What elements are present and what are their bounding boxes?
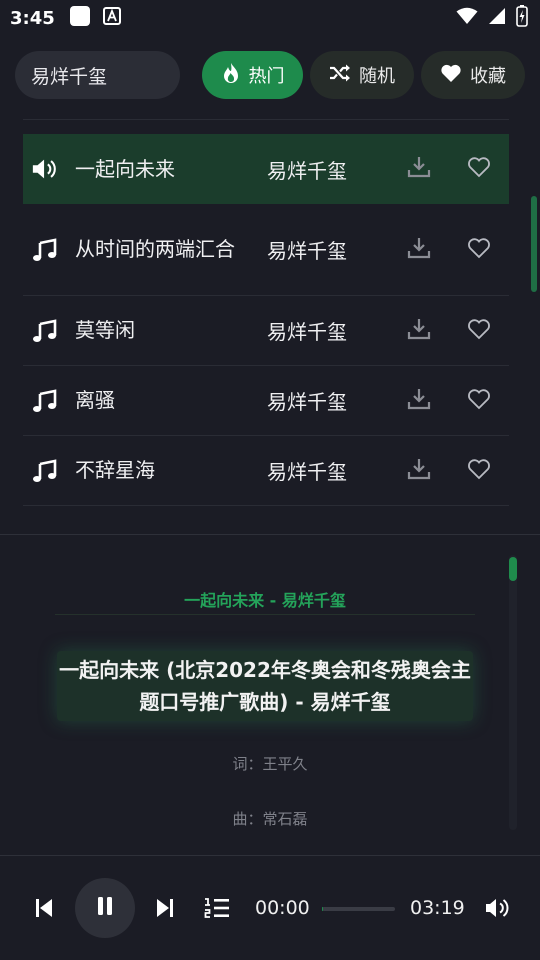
music-note-icon <box>31 458 59 483</box>
tab-random[interactable]: 随机 <box>310 51 414 99</box>
duration-time: 03:19 <box>410 897 465 919</box>
music-note-icon <box>31 318 59 343</box>
top-bar: 易烊千玺 热门 随机 收藏 <box>0 40 540 110</box>
lyrics-header: 一起向未来 - 易烊千玺 <box>55 587 475 615</box>
lyrics-scroll-track <box>509 555 517 830</box>
signal-icon <box>488 7 506 29</box>
lyrics-scrollbar[interactable] <box>509 557 517 581</box>
fire-icon <box>221 62 241 89</box>
song-list: 一起向未来 易烊千玺 从时间的两端汇合 易烊千玺 莫等闲 易烊千玺 离骚 易烊千… <box>23 114 509 534</box>
progress-fill <box>322 907 324 911</box>
heart-icon <box>440 63 462 88</box>
heart-outline-icon[interactable] <box>467 458 491 484</box>
heart-outline-icon[interactable] <box>467 237 491 263</box>
tab-hot-label: 热门 <box>248 66 285 87</box>
music-note-icon <box>31 237 59 262</box>
song-row-partial-bottom[interactable] <box>23 506 509 534</box>
volume-icon[interactable] <box>484 897 512 919</box>
lyrics-line: 曲：常石磊 <box>232 810 308 828</box>
lyrics-line: 词：王平久 <box>232 755 308 773</box>
search-input-value: 易烊千玺 <box>31 65 108 88</box>
song-row[interactable]: 从时间的两端汇合 易烊千玺 <box>23 204 509 296</box>
heart-outline-icon[interactable] <box>467 318 491 344</box>
tab-hot[interactable]: 热门 <box>202 51 303 99</box>
previous-track-icon[interactable] <box>34 897 54 919</box>
song-title: 莫等闲 <box>75 318 135 342</box>
download-icon[interactable] <box>407 457 431 485</box>
playlist-order-icon[interactable] <box>204 896 230 920</box>
song-artist: 易烊千玺 <box>267 460 347 484</box>
player-bar: 00:00 03:19 <box>0 855 540 960</box>
tab-favorites[interactable]: 收藏 <box>421 51 525 99</box>
download-icon[interactable] <box>407 155 431 183</box>
heart-outline-icon[interactable] <box>467 156 491 182</box>
song-artist: 易烊千玺 <box>267 390 347 414</box>
speaker-icon <box>31 157 59 181</box>
status-bar: 3:45 <box>0 0 540 36</box>
battery-charging-icon <box>516 5 528 31</box>
current-time: 00:00 <box>255 897 310 919</box>
font-app-icon <box>102 7 121 29</box>
search-input[interactable]: 易烊千玺 <box>15 51 180 99</box>
download-icon[interactable] <box>407 317 431 345</box>
song-artist: 易烊千玺 <box>267 158 347 183</box>
song-row-partial-top[interactable] <box>23 114 509 120</box>
song-row[interactable]: 莫等闲 易烊千玺 <box>23 296 509 366</box>
pause-icon <box>95 895 115 921</box>
tab-random-label: 随机 <box>359 66 395 87</box>
lyrics-current-line: 一起向未来 (北京2022年冬奥会和冬残奥会主题口号推广歌曲) - 易烊千玺 <box>57 651 473 721</box>
next-track-icon[interactable] <box>155 897 175 919</box>
song-list-scrollbar[interactable] <box>531 196 537 292</box>
notification-square-icon <box>69 5 91 31</box>
wifi-icon <box>456 7 478 29</box>
music-note-icon <box>31 388 59 413</box>
song-artist: 易烊千玺 <box>267 320 347 344</box>
tab-favorites-label: 收藏 <box>470 66 506 87</box>
pause-button[interactable] <box>75 878 135 938</box>
shuffle-icon <box>329 63 351 88</box>
lyrics-panel: 一起向未来 - 易烊千玺 一起向未来 (北京2022年冬奥会和冬残奥会主题口号推… <box>0 535 540 855</box>
heart-outline-icon[interactable] <box>467 388 491 414</box>
song-row[interactable]: 离骚 易烊千玺 <box>23 366 509 436</box>
song-row[interactable]: 一起向未来 易烊千玺 <box>23 134 509 204</box>
download-icon[interactable] <box>407 236 431 264</box>
progress-slider[interactable] <box>322 907 395 911</box>
download-icon[interactable] <box>407 387 431 415</box>
song-title: 不辞星海 <box>75 458 155 482</box>
song-title: 从时间的两端汇合 <box>75 237 235 261</box>
song-title: 离骚 <box>75 388 115 412</box>
song-title: 一起向未来 <box>75 156 175 181</box>
status-time: 3:45 <box>10 7 55 29</box>
song-artist: 易烊千玺 <box>267 239 347 263</box>
song-row[interactable]: 不辞星海 易烊千玺 <box>23 436 509 506</box>
